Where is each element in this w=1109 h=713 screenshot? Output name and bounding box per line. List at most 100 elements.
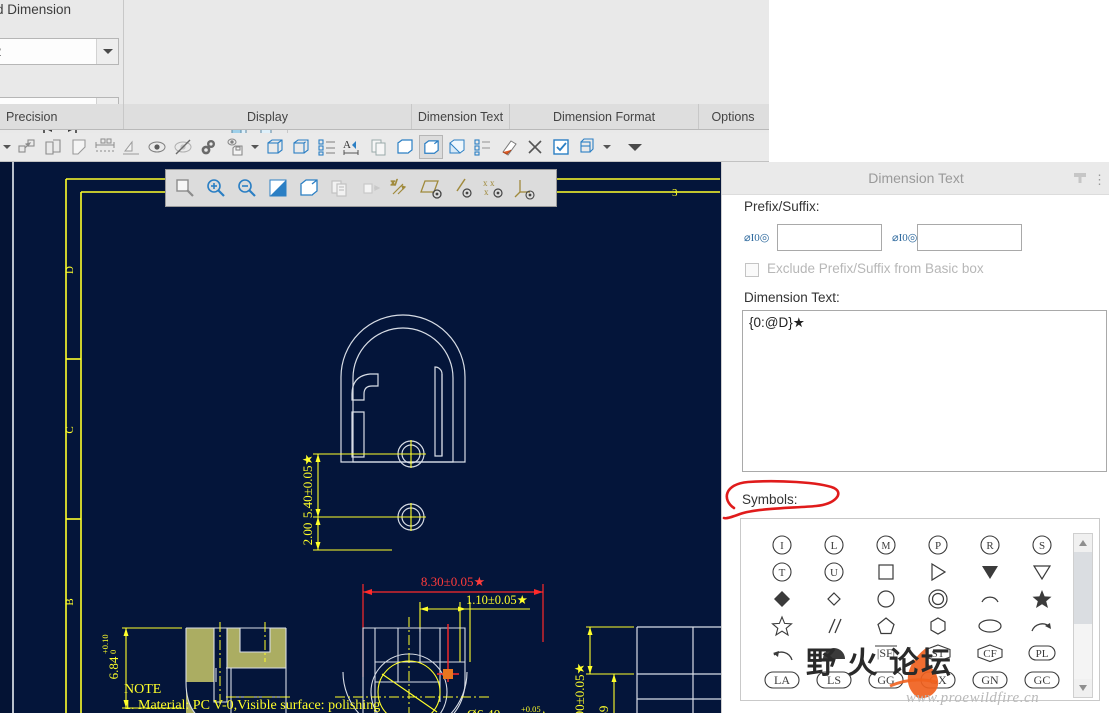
reorder-views-icon[interactable] <box>315 135 339 159</box>
show-icon[interactable] <box>145 135 169 159</box>
show-model-annotations-icon[interactable] <box>93 135 117 159</box>
chevron-down-icon[interactable] <box>601 135 613 159</box>
view-manager-icon[interactable] <box>575 135 599 159</box>
copy-annotation-icon[interactable] <box>367 135 391 159</box>
footer-dimension-text: Dimension Text <box>412 104 510 129</box>
dim-3-90: 3.90±0.05★ <box>572 663 587 713</box>
symbol-diamond-hollow-icon[interactable] <box>808 585 860 612</box>
frame-label-top: 3 <box>672 187 678 199</box>
csys-display-icon[interactable] <box>510 172 541 204</box>
cube-shaded-selected-icon[interactable] <box>419 135 443 159</box>
cleanup-dimensions-icon[interactable] <box>119 135 143 159</box>
note-line-1: 1. Material: PC V-0,Visible surface: pol… <box>124 698 381 713</box>
symbol-M[interactable]: M <box>860 531 912 558</box>
move-annotation-icon[interactable] <box>15 135 39 159</box>
symbol-P[interactable]: P <box>912 531 964 558</box>
symbol-R[interactable]: R <box>964 531 1016 558</box>
display-style-icon[interactable] <box>293 172 324 204</box>
symbols-scrollbar[interactable] <box>1073 533 1093 698</box>
panel-more-icon[interactable]: ⋮ <box>1093 172 1106 188</box>
ribbon-bottom-divider <box>0 129 769 130</box>
symbol-gc-icon[interactable]: GC <box>1016 666 1068 693</box>
datum-display-filter-icon[interactable]: x/ <box>386 172 417 204</box>
layer-list-icon[interactable] <box>471 135 495 159</box>
symbol-T[interactable]: T <box>756 558 808 585</box>
symbol-pentagon-icon[interactable] <box>860 612 912 639</box>
scroll-up-arrow-icon[interactable] <box>1074 534 1092 552</box>
chevron-down-icon[interactable] <box>96 39 118 64</box>
prefix-input[interactable] <box>777 224 882 251</box>
symbol-arc-arrow-right-icon[interactable] <box>1016 612 1068 639</box>
clip-corner-icon[interactable] <box>67 135 91 159</box>
scrollbar-thumb[interactable] <box>1074 552 1092 624</box>
scroll-down-arrow-icon[interactable] <box>1074 679 1092 697</box>
dim-1-10: 1.10±0.05★ <box>466 593 528 607</box>
symbol-ellipse-icon[interactable] <box>964 612 1016 639</box>
ribbon-group-precision-title: d Dimension <box>0 2 72 17</box>
cube-hidden-line-icon[interactable] <box>289 135 313 159</box>
decimal-places-combo[interactable]: 2 <box>0 38 119 65</box>
symbol-circle-icon[interactable] <box>860 585 912 612</box>
flip-view-icon[interactable] <box>41 135 65 159</box>
small-chevron-down-icon[interactable] <box>249 135 261 159</box>
symbol-concentric-circle-icon[interactable] <box>912 585 964 612</box>
overflow-chevron-icon[interactable] <box>623 135 647 159</box>
diameter-suffix-icon: ⌀I0◎ <box>892 232 918 244</box>
hide-icon[interactable] <box>171 135 195 159</box>
axis-display-icon[interactable] <box>448 172 479 204</box>
symbol-diamond-filled-icon[interactable] <box>756 585 808 612</box>
diameter-prefix-icon: ⌀I0◎ <box>744 232 770 244</box>
graphics-floating-toolbar[interactable]: x/ x x x <box>165 169 557 207</box>
dim-8-30: 8.30±0.05★ <box>421 574 485 589</box>
symbol-parallel-slashes-icon[interactable] <box>808 612 860 639</box>
svg-text:R: R <box>986 540 994 552</box>
icon-strip-empty-right <box>769 133 1109 162</box>
saved-views-icon[interactable] <box>324 172 355 204</box>
symbol-U[interactable]: U <box>808 558 860 585</box>
symbol-star-filled-icon[interactable] <box>1016 585 1068 612</box>
symbol-L[interactable]: L <box>808 531 860 558</box>
symbol-triangle-down-filled-icon[interactable] <box>964 558 1016 585</box>
symbol-triangle-right-icon[interactable] <box>912 558 964 585</box>
dim-dia-6-40-star: ★ <box>538 708 550 713</box>
exclude-prefix-suffix-checkbox[interactable] <box>745 263 759 277</box>
dimension-text-area[interactable]: {0:@D}★ <box>742 310 1107 472</box>
drawing-canvas[interactable]: D C B 3 5.40±0.05★ 2.00 8.30±0.05★ 1.10±… <box>0 162 721 713</box>
symbol-square-icon[interactable] <box>860 558 912 585</box>
cube-shading-icon[interactable] <box>393 135 417 159</box>
text-style-icon[interactable]: A <box>341 135 365 159</box>
symbol-gn-icon[interactable]: GN <box>964 666 1016 693</box>
symbol-star-hollow-icon[interactable] <box>756 612 808 639</box>
symbol-hexagon-icon[interactable] <box>912 612 964 639</box>
svg-text:CF: CF <box>983 648 996 660</box>
symbol-arc-arrow-left-icon[interactable] <box>756 639 808 666</box>
save-snapshot-icon[interactable] <box>223 135 247 159</box>
delete-x-icon[interactable] <box>523 135 547 159</box>
symbol-arc-cap-icon[interactable] <box>964 585 1016 612</box>
zoom-out-icon[interactable] <box>231 172 262 204</box>
repaint-icon[interactable] <box>262 172 293 204</box>
chevron-down-icon[interactable] <box>1 135 13 159</box>
cube-solid-icon[interactable] <box>445 135 469 159</box>
suffix-input[interactable] <box>917 224 1022 251</box>
symbol-I[interactable]: I <box>756 531 808 558</box>
erase-icon[interactable] <box>497 135 521 159</box>
view-orientation-icon[interactable] <box>355 172 386 204</box>
cube-wireframe-icon[interactable] <box>263 135 287 159</box>
symbol-pl-icon[interactable]: PL <box>1016 639 1068 666</box>
zoom-in-icon[interactable] <box>200 172 231 204</box>
zoom-to-fit-icon[interactable] <box>169 172 200 204</box>
symbol-cf-icon[interactable]: CF <box>964 639 1016 666</box>
lock-icon[interactable] <box>197 135 221 159</box>
symbol-triangle-down-hollow-icon[interactable] <box>1016 558 1068 585</box>
svg-text:LA: LA <box>774 673 790 687</box>
plane-display-icon[interactable] <box>417 172 448 204</box>
checkbox-icon[interactable] <box>549 135 573 159</box>
note-heading: NOTE <box>124 682 162 697</box>
footer-display: Display <box>124 104 412 129</box>
dimension-text-value: {0:@D}★ <box>749 315 805 330</box>
symbol-la-icon[interactable]: LA <box>756 666 808 693</box>
dock-pin-icon[interactable] <box>1072 171 1088 188</box>
point-display-icon[interactable]: x x x <box>479 172 510 204</box>
symbol-S[interactable]: S <box>1016 531 1068 558</box>
